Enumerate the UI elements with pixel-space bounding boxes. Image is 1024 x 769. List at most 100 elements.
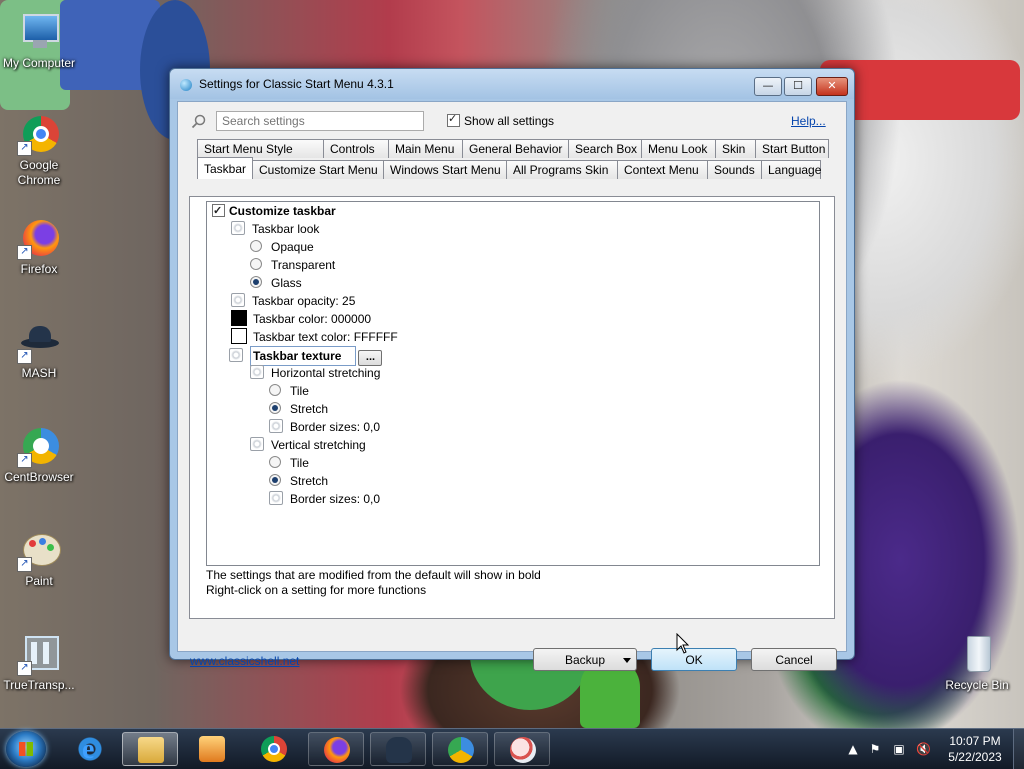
- tab-windows-start-menu[interactable]: Windows Start Menu: [383, 160, 507, 179]
- tree-item-taskbar-texture[interactable]: Taskbar texture...: [229, 346, 383, 366]
- taskbar-centbrowser[interactable]: [432, 732, 488, 766]
- tab-all-programs-skin[interactable]: All Programs Skin: [506, 160, 618, 179]
- tab-customize-start-menu[interactable]: Customize Start Menu: [252, 160, 384, 179]
- radio-transparent[interactable]: Transparent: [250, 256, 335, 274]
- tab-row-2: Taskbar Customize Start Menu Windows Sta…: [197, 157, 821, 179]
- desktop-icon-recycle-bin[interactable]: Recycle Bin: [940, 632, 1014, 693]
- radio-horizontal-stretch[interactable]: Stretch: [269, 400, 328, 418]
- checkbox-checked-icon: [212, 202, 225, 220]
- minimize-button[interactable]: —: [754, 77, 782, 96]
- taskbar-mash[interactable]: [370, 732, 426, 766]
- search-input[interactable]: [216, 111, 424, 131]
- tree-item-taskbar-color[interactable]: Taskbar color: 000000: [231, 310, 371, 328]
- start-button[interactable]: [6, 731, 46, 767]
- texture-path-editor[interactable]: Taskbar texture: [250, 346, 357, 366]
- tree-item-vertical-border-sizes[interactable]: Border sizes: 0,0: [269, 490, 380, 508]
- search-icon: [191, 114, 206, 129]
- truetransparency-icon: ↗: [17, 632, 61, 676]
- settings-gear-icon: [269, 419, 283, 433]
- desktop-icon-paint[interactable]: ↗ Paint: [2, 528, 76, 589]
- tab-start-menu-style[interactable]: Start Menu Style: [197, 139, 324, 158]
- taskbar-clock[interactable]: 10:07 PM 5/22/2023: [940, 733, 1010, 765]
- mouse-cursor-icon: [676, 633, 690, 654]
- network-icon[interactable]: ▣: [892, 742, 906, 756]
- tree-item-taskbar-text-color[interactable]: Taskbar text color: FFFFFF: [231, 328, 398, 346]
- centbrowser-icon: ↗: [17, 424, 61, 468]
- tree-item-taskbar-opacity[interactable]: Taskbar opacity: 25: [231, 292, 355, 310]
- radio-horizontal-tile[interactable]: Tile: [269, 382, 309, 400]
- tree-item-label: Taskbar look: [252, 222, 320, 236]
- tab-menu-look[interactable]: Menu Look: [641, 139, 716, 158]
- taskbar-explorer[interactable]: [122, 732, 178, 766]
- radio-label: Stretch: [290, 402, 329, 416]
- radio-label: Glass: [271, 276, 302, 290]
- ok-button[interactable]: OK: [651, 648, 737, 671]
- radio-label: Opaque: [271, 240, 314, 254]
- desktop-icon-label: Firefox: [20, 262, 58, 276]
- tree-item-horizontal-border-sizes[interactable]: Border sizes: 0,0: [269, 418, 380, 436]
- tree-item-horizontal-stretching[interactable]: Horizontal stretching: [250, 364, 380, 382]
- recycle-bin-icon: [955, 632, 999, 676]
- radio-label: Transparent: [271, 258, 336, 272]
- tree-item-vertical-stretching[interactable]: Vertical stretching: [250, 436, 366, 454]
- tab-search-box[interactable]: Search Box: [568, 139, 642, 158]
- color-swatch-black: [231, 310, 247, 326]
- mash-hat-icon: [386, 737, 412, 763]
- tree-item-label: Customize taskbar: [229, 204, 336, 218]
- tab-controls[interactable]: Controls: [323, 139, 389, 158]
- maximize-button[interactable]: ☐: [784, 77, 812, 96]
- cancel-button[interactable]: Cancel: [751, 648, 837, 671]
- desktop-icon-centbrowser[interactable]: ↗ CentBrowser: [2, 424, 76, 485]
- firefox-icon: ↗: [17, 216, 61, 260]
- radio-opaque[interactable]: Opaque: [250, 238, 314, 256]
- desktop-icon-truetransparency[interactable]: ↗ TrueTransp...: [2, 632, 76, 693]
- radio-vertical-tile[interactable]: Tile: [269, 454, 309, 472]
- close-button[interactable]: ✕: [816, 77, 848, 96]
- tab-context-menu[interactable]: Context Menu: [617, 160, 708, 179]
- radio-glass[interactable]: Glass: [250, 274, 302, 292]
- tab-taskbar[interactable]: Taskbar: [197, 157, 253, 179]
- tab-sounds[interactable]: Sounds: [707, 160, 762, 179]
- tab-general-behavior[interactable]: General Behavior: [462, 139, 569, 158]
- tab-skin[interactable]: Skin: [715, 139, 756, 158]
- tree-item-customize-taskbar[interactable]: Customize taskbar: [212, 202, 336, 220]
- tab-start-button[interactable]: Start Button: [755, 139, 829, 158]
- radio-selected-icon: [269, 474, 281, 486]
- taskbar-tab-panel: Customize taskbar Taskbar look Opaque Tr…: [189, 196, 835, 619]
- radio-vertical-stretch[interactable]: Stretch: [269, 472, 328, 490]
- show-desktop-button[interactable]: [1013, 729, 1024, 769]
- clock-date: 5/22/2023: [948, 750, 1002, 764]
- shortcut-arrow-icon: ↗: [17, 245, 32, 260]
- tab-language[interactable]: Language: [761, 160, 821, 179]
- desktop-icon-label: MASH: [21, 366, 57, 380]
- window-titlebar[interactable]: Settings for Classic Start Menu 4.3.1 — …: [170, 69, 854, 99]
- volume-muted-icon[interactable]: 🔇: [916, 742, 931, 756]
- tree-item-label: Vertical stretching: [271, 438, 366, 452]
- classicshell-website-link[interactable]: www.classicshell.net: [190, 654, 299, 668]
- action-center-flag-icon[interactable]: ⚑: [868, 742, 882, 756]
- radio-selected-icon: [250, 276, 262, 288]
- window-title: Settings for Classic Start Menu 4.3.1: [199, 77, 394, 91]
- show-all-settings-checkbox[interactable]: Show all settings: [447, 112, 554, 128]
- desktop-icon-firefox[interactable]: ↗ Firefox: [2, 216, 76, 277]
- desktop-icon-mash[interactable]: ↗ MASH: [2, 320, 76, 381]
- taskbar-chrome[interactable]: [246, 732, 302, 766]
- desktop-icon-google-chrome[interactable]: ↗ Google Chrome: [2, 112, 76, 188]
- tab-main-menu[interactable]: Main Menu: [388, 139, 463, 158]
- radio-label: Stretch: [290, 474, 329, 488]
- checkbox-checked-icon: [447, 112, 460, 127]
- taskbar-snipping-tool[interactable]: [494, 732, 550, 766]
- taskbar-media-player[interactable]: [184, 732, 240, 766]
- color-swatch-white: [231, 328, 247, 344]
- taskbar-internet-explorer[interactable]: e: [62, 732, 118, 766]
- show-hidden-icons-chevron[interactable]: ▲: [846, 742, 860, 756]
- tree-item-label: Border sizes: 0,0: [290, 492, 381, 506]
- desktop-icon-my-computer[interactable]: My Computer: [2, 10, 76, 71]
- settings-gear-icon: [231, 221, 245, 235]
- taskbar-firefox[interactable]: [308, 732, 364, 766]
- help-link[interactable]: Help...: [791, 114, 826, 128]
- settings-gear-icon: [229, 348, 243, 362]
- settings-window: Settings for Classic Start Menu 4.3.1 — …: [169, 68, 855, 671]
- tree-item-taskbar-look[interactable]: Taskbar look: [231, 220, 319, 238]
- backup-button[interactable]: Backup: [533, 648, 637, 671]
